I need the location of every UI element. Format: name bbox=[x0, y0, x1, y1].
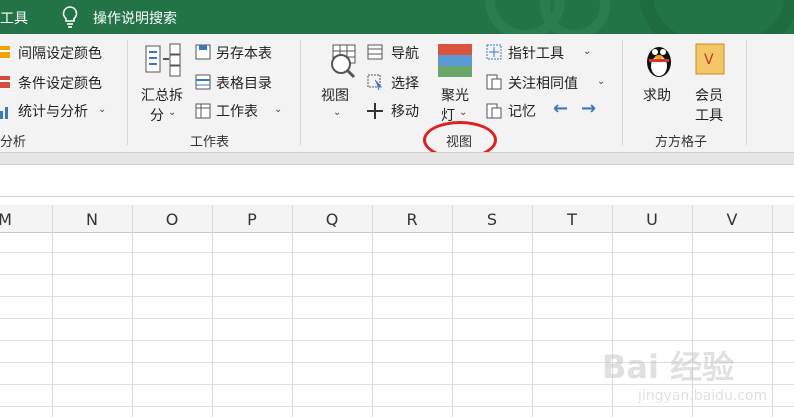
interval-color-button[interactable]: 间隔设定颜色 bbox=[18, 43, 102, 63]
worksheet-button[interactable]: 工作表 bbox=[216, 101, 258, 121]
chevron-down-icon[interactable]: ⌄ bbox=[333, 107, 341, 118]
follow-same-value-icon bbox=[486, 74, 502, 90]
fangfang-group: 求助 V 会员 工具 方方格子 bbox=[623, 34, 747, 152]
grid-line bbox=[132, 205, 133, 417]
memory-button[interactable]: 记忆 bbox=[508, 101, 536, 121]
magnifier-grid-icon bbox=[319, 44, 357, 80]
spotlight-button[interactable]: 聚光 bbox=[441, 85, 469, 105]
column-header-row: M N O P Q R S T U V bbox=[0, 205, 794, 233]
chevron-down-icon[interactable]: ⌄ bbox=[168, 107, 176, 118]
column-header[interactable]: Q bbox=[292, 210, 372, 229]
grid-line bbox=[532, 205, 533, 417]
column-header[interactable]: R bbox=[372, 210, 452, 229]
pointer-tool-icon bbox=[486, 44, 502, 60]
formula-bar[interactable] bbox=[0, 164, 794, 197]
member-tools-label2: 工具 bbox=[695, 108, 723, 124]
chevron-down-icon[interactable]: ⌄ bbox=[597, 76, 605, 87]
worksheet-icon bbox=[195, 103, 211, 119]
column-header[interactable]: T bbox=[532, 210, 612, 229]
worksheet-group-label: 工作表 bbox=[190, 135, 230, 150]
column-header[interactable]: V bbox=[692, 210, 772, 229]
navigation-button[interactable]: 导航 bbox=[391, 43, 419, 63]
grid-line bbox=[0, 274, 794, 275]
lightbulb-icon bbox=[60, 5, 80, 29]
spotlight-icon bbox=[438, 44, 472, 78]
table-directory-icon bbox=[195, 74, 211, 90]
color-icon bbox=[0, 44, 16, 60]
chevron-down-icon[interactable]: ⌄ bbox=[459, 107, 467, 118]
summary-split-label2: 分 bbox=[150, 108, 164, 124]
chevron-down-icon[interactable]: ⌄ bbox=[274, 104, 282, 115]
worksheet-group: 汇总拆 分 ⌄ 另存本表 表格目录 工作表 ⌄ 工作表 bbox=[128, 34, 300, 152]
tools-tab[interactable]: 工具 bbox=[0, 8, 28, 28]
grid-line bbox=[292, 205, 293, 417]
arrow-left-icon[interactable]: ← bbox=[553, 98, 568, 119]
title-bar: 工具 操作说明搜索 bbox=[0, 0, 794, 34]
column-header[interactable]: U bbox=[612, 210, 692, 229]
move-icon bbox=[367, 103, 383, 119]
summary-split-icon bbox=[145, 42, 181, 78]
grid-line bbox=[372, 205, 373, 417]
member-tools-button[interactable]: 会员 bbox=[695, 85, 723, 105]
help-search-input[interactable]: 操作说明搜索 bbox=[93, 8, 177, 28]
grid-line bbox=[52, 205, 53, 417]
decorative-circle bbox=[640, 0, 794, 34]
view-button[interactable]: 视图 bbox=[321, 85, 349, 105]
help-button[interactable]: 求助 bbox=[643, 85, 671, 105]
navigation-icon bbox=[367, 44, 383, 60]
follow-same-value-button[interactable]: 关注相同值 bbox=[508, 73, 578, 93]
move-button[interactable]: 移动 bbox=[391, 101, 419, 121]
column-header[interactable]: S bbox=[452, 210, 532, 229]
stats-icon bbox=[0, 103, 16, 119]
analysis-group: 间隔设定颜色 条件设定颜色 统计与分析 ⌄ 分析 bbox=[0, 34, 128, 152]
fangfang-group-label: 方方格子 bbox=[655, 135, 708, 150]
analysis-group-label: 分析 bbox=[0, 135, 27, 150]
grid-line bbox=[0, 318, 794, 319]
svg-text:V: V bbox=[704, 52, 714, 68]
column-header[interactable]: O bbox=[132, 210, 212, 229]
condition-color-button[interactable]: 条件设定颜色 bbox=[18, 73, 102, 93]
stats-analysis-button[interactable]: 统计与分析 bbox=[18, 101, 88, 121]
watermark-url: jingyan.baidu.com bbox=[638, 388, 768, 404]
pointer-tool-button[interactable]: 指针工具 bbox=[508, 43, 564, 63]
table-directory-button[interactable]: 表格目录 bbox=[216, 73, 272, 93]
column-header[interactable]: P bbox=[212, 210, 292, 229]
color-icon bbox=[0, 74, 16, 90]
column-header[interactable]: N bbox=[52, 210, 132, 229]
summary-split-button[interactable]: 汇总拆 bbox=[141, 85, 183, 105]
view-group: 视图 ⌄ 导航 选择 移动 聚光 灯 ⌄ 指针工具 ⌄ 关注相同值 ⌄ 记忆 ←… bbox=[301, 34, 623, 159]
save-icon bbox=[195, 44, 211, 60]
select-icon bbox=[367, 74, 383, 91]
select-button[interactable]: 选择 bbox=[391, 73, 419, 93]
chevron-down-icon[interactable]: ⌄ bbox=[98, 104, 106, 115]
watermark-text: Bai 经验 bbox=[602, 348, 735, 386]
grid-line bbox=[452, 205, 453, 417]
arrow-right-icon[interactable]: → bbox=[581, 98, 596, 119]
decorative-circle bbox=[540, 0, 610, 34]
memory-icon bbox=[486, 103, 502, 119]
chevron-down-icon[interactable]: ⌄ bbox=[583, 46, 591, 57]
grid-line bbox=[0, 252, 794, 253]
column-header[interactable]: M bbox=[0, 210, 20, 229]
separator bbox=[746, 40, 747, 145]
penguin-icon bbox=[643, 42, 675, 78]
grid-line bbox=[212, 205, 213, 417]
baidu-watermark: Bai 经验 jingyan.baidu.com bbox=[590, 340, 790, 415]
member-tools-icon: V bbox=[695, 43, 725, 75]
grid-line bbox=[0, 296, 794, 297]
save-sheet-button[interactable]: 另存本表 bbox=[216, 43, 272, 63]
